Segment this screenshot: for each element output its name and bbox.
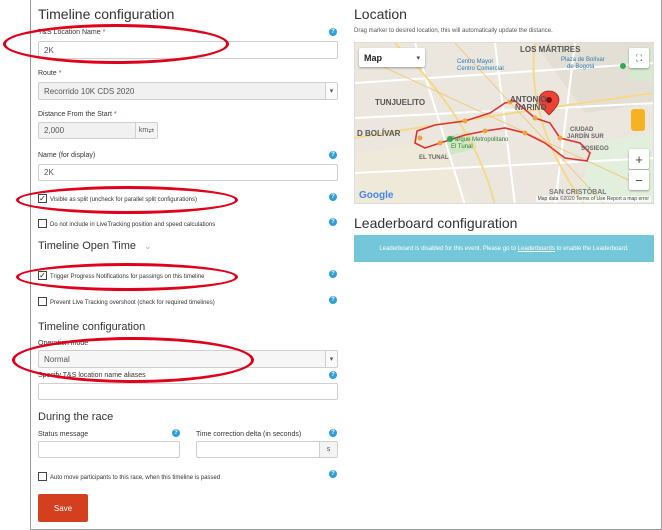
- location-title: Location: [354, 6, 407, 22]
- map-label-san-cristobal: SAN CRISTÓBAL: [549, 189, 607, 196]
- chevron-down-icon: ⌄: [144, 241, 152, 251]
- status-message-input[interactable]: [38, 441, 180, 458]
- chevron-down-icon: ▾: [325, 83, 337, 99]
- display-name-input[interactable]: 2K: [38, 164, 338, 181]
- route-select[interactable]: Recorrido 10K CDS 2020 ▾: [38, 82, 338, 100]
- map-label-ciudad: CIUDAD: [570, 127, 594, 133]
- operation-mode-select[interactable]: Normal ▾: [38, 350, 338, 368]
- map-label-plaza-bolivar-2: de Bogotá: [567, 64, 595, 70]
- time-correction-input[interactable]: s: [196, 441, 338, 458]
- map-label-centro-mayor-2: Centro Comercial: [457, 66, 504, 72]
- route-select-value: Recorrido 10K CDS 2020: [44, 86, 135, 96]
- help-icon[interactable]: ?: [329, 470, 337, 478]
- map-label-bolivar: D BOLÍVAR: [357, 129, 401, 138]
- operation-mode-value: Normal: [44, 354, 70, 364]
- route-label: Route *: [38, 70, 62, 77]
- leaderboards-link[interactable]: Leaderboards: [518, 246, 555, 252]
- zoom-in-button[interactable]: +: [629, 149, 649, 169]
- trigger-notifications-checkbox[interactable]: ✓: [38, 271, 47, 280]
- open-time-title[interactable]: Timeline Open Time ⌄: [38, 240, 152, 252]
- map-label-tunal: El Tunal: [451, 144, 473, 150]
- distance-unit: km: [138, 127, 149, 134]
- aliases-label: Specify T&S location name aliases: [38, 372, 146, 379]
- operation-mode-label: Operation mode: [38, 340, 89, 347]
- prevent-overshoot-checkbox[interactable]: [38, 297, 47, 306]
- display-name-label: Name (for display): [38, 152, 96, 159]
- help-icon[interactable]: ?: [329, 371, 337, 379]
- map-label-plaza-bolivar: Plaza de Bolívar: [561, 57, 605, 63]
- visible-split-label: Visible as split (uncheck for parallel s…: [50, 197, 197, 203]
- correction-unit: s: [319, 442, 337, 457]
- leaderboard-notice: Leaderboard is disabled for this event. …: [354, 235, 654, 262]
- map-label-los-martires: LOS MÁRTIRES: [520, 45, 581, 54]
- map-label-jardin: JARDÍN SUR: [567, 134, 604, 140]
- location-map[interactable]: LOS MÁRTIRES Centro Mayor Centro Comerci…: [354, 42, 654, 204]
- map-label-tunjuelito: TUNJUELITO: [375, 98, 426, 107]
- help-icon[interactable]: ?: [329, 429, 337, 437]
- location-name-label: T&S Location Name *: [38, 29, 106, 36]
- map-type-select[interactable]: Map ▾: [359, 48, 425, 67]
- visible-split-checkbox[interactable]: ✓: [38, 194, 47, 203]
- timeline-config2-title: Timeline configuration: [38, 321, 146, 333]
- help-icon[interactable]: ?: [329, 270, 337, 278]
- map-label-narino: NARIÑO: [515, 103, 547, 112]
- map-footer[interactable]: Map data ©2020 Terms of Use Report a map…: [535, 196, 651, 202]
- timeline-config-title: Timeline configuration: [38, 6, 175, 22]
- distance-label: Distance From the Start *: [38, 111, 117, 118]
- map-canvas: [355, 43, 653, 203]
- distance-value: 2,000: [44, 126, 65, 135]
- help-icon[interactable]: ?: [329, 193, 337, 201]
- status-message-label: Status message: [38, 431, 89, 438]
- map-label-parque: Parque Metropolitano: [451, 137, 509, 143]
- zoom-out-button[interactable]: −: [629, 170, 649, 190]
- pegman-icon[interactable]: [631, 109, 645, 131]
- map-label-sosiego: SOSIEGO: [581, 146, 609, 152]
- map-type-value: Map: [364, 52, 382, 63]
- google-logo: Google: [359, 190, 394, 201]
- during-race-title: During the race: [38, 411, 114, 423]
- time-correction-label: Time correction delta (in seconds): [196, 431, 302, 438]
- distance-unit-addon: km ⇄: [135, 123, 157, 138]
- aliases-input[interactable]: [38, 383, 338, 400]
- map-label-centro-mayor: Centro Mayor: [457, 59, 494, 65]
- help-icon[interactable]: ?: [329, 296, 337, 304]
- leaderboard-notice-text-end: to enable the Leaderboard.: [556, 245, 629, 252]
- help-icon[interactable]: ?: [329, 218, 337, 226]
- leaderboard-title: Leaderboard configuration: [354, 215, 518, 231]
- leaderboard-notice-text: Leaderboard is disabled for this event. …: [379, 245, 517, 252]
- prevent-overshoot-label: Prevent Live Tracking overshoot (check f…: [50, 300, 215, 306]
- location-name-input[interactable]: 2K: [38, 41, 338, 59]
- chevron-down-icon: ▾: [325, 351, 337, 367]
- help-icon[interactable]: ?: [329, 151, 337, 159]
- help-icon[interactable]: ?: [172, 429, 180, 437]
- no-livetracking-checkbox[interactable]: [38, 219, 47, 228]
- save-button[interactable]: Save: [38, 494, 88, 522]
- auto-move-label: Auto move participants to this race, whe…: [50, 475, 221, 481]
- trigger-notifications-label: Trigger Progress Notifications for passi…: [50, 274, 205, 280]
- help-icon[interactable]: ?: [329, 28, 337, 36]
- fullscreen-icon[interactable]: ⛶: [629, 48, 649, 68]
- no-livetracking-label: Do not include in LiveTracking position …: [50, 222, 216, 228]
- distance-input[interactable]: 2,000 km ⇄: [38, 122, 158, 139]
- location-hint: Drag marker to desired location, this wi…: [354, 28, 553, 34]
- chevron-down-icon: ▾: [416, 54, 420, 62]
- map-label-el-tunal: EL TUNAL: [419, 155, 449, 161]
- auto-move-checkbox[interactable]: [38, 472, 47, 481]
